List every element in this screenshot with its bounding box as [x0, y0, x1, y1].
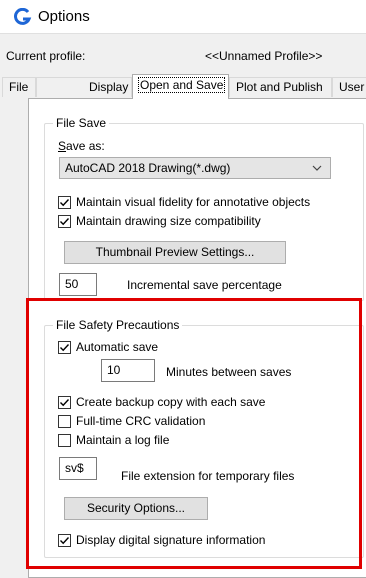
incremental-save-label: Incremental save percentage [127, 278, 282, 292]
temp-file-extension-label: File extension for temporary files [121, 469, 295, 483]
minutes-between-saves-label: Minutes between saves [166, 365, 292, 379]
save-as-dropdown[interactable]: AutoCAD 2018 Drawing(*.dwg) [59, 157, 331, 179]
current-profile-name: <<Unnamed Profile>> [205, 49, 323, 63]
file-safety-title: File Safety Precautions [53, 318, 183, 332]
checkbox-box[interactable] [58, 196, 71, 209]
log-file-checkbox[interactable]: Maintain a log file [58, 433, 358, 449]
save-as-label: Save as: [58, 139, 105, 153]
incremental-save-input[interactable]: 50 [59, 273, 97, 296]
checkmark-icon [60, 537, 70, 545]
thumbnail-preview-settings-button[interactable]: Thumbnail Preview Settings... [64, 241, 286, 264]
tab-file[interactable]: File [2, 77, 36, 97]
save-as-value: AutoCAD 2018 Drawing(*.dwg) [65, 161, 231, 175]
tab-plot-and-publish[interactable]: Plot and Publish [229, 77, 332, 97]
crc-validation-label: Full-time CRC validation [76, 414, 206, 428]
minutes-between-saves-input[interactable]: 10 [101, 359, 155, 382]
checkmark-icon [60, 199, 70, 207]
crc-validation-checkbox[interactable]: Full-time CRC validation [58, 414, 358, 430]
checkbox-box[interactable] [58, 534, 71, 547]
checkbox-box[interactable] [58, 341, 71, 354]
checkmark-icon [60, 344, 70, 352]
open-and-save-panel: File Save Save as: AutoCAD 2018 Drawing(… [28, 98, 366, 578]
checkbox-box[interactable] [58, 215, 71, 228]
chevron-down-icon [312, 165, 322, 171]
automatic-save-label: Automatic save [76, 340, 159, 354]
maintain-size-checkbox[interactable]: Maintain drawing size compatibility [58, 214, 358, 230]
automatic-save-checkbox[interactable]: Automatic save [58, 340, 258, 356]
maintain-fidelity-label: Maintain visual fidelity for annotative … [76, 195, 311, 209]
log-file-label: Maintain a log file [76, 433, 170, 447]
backup-copy-checkbox[interactable]: Create backup copy with each save [58, 395, 358, 411]
maintain-size-label: Maintain drawing size compatibility [76, 214, 261, 228]
tab-user-preferences[interactable]: User P [332, 77, 366, 97]
temp-file-extension-input[interactable]: sv$ [59, 457, 97, 480]
tab-display[interactable]: Display [36, 77, 132, 97]
file-save-title: File Save [53, 116, 110, 130]
title-bar: Options [0, 0, 366, 34]
checkmark-icon [60, 218, 70, 226]
current-profile-label: Current profile: [6, 49, 86, 63]
backup-copy-label: Create backup copy with each save [76, 395, 266, 409]
checkmark-icon [60, 399, 70, 407]
tab-strip: File Display Open and Save Plot and Publ… [0, 74, 366, 99]
window-title: Options [38, 8, 90, 25]
digital-signature-checkbox[interactable]: Display digital signature information [58, 533, 358, 549]
checkbox-box[interactable] [58, 434, 71, 447]
checkbox-box[interactable] [58, 415, 71, 428]
autocad-g-logo-icon [14, 8, 32, 25]
checkbox-box[interactable] [58, 396, 71, 409]
tab-open-and-save[interactable]: Open and Save [132, 74, 229, 99]
digital-signature-label: Display digital signature information [76, 533, 266, 547]
save-as-label-text: ave as: [66, 139, 105, 153]
maintain-fidelity-checkbox[interactable]: Maintain visual fidelity for annotative … [58, 195, 358, 211]
security-options-button[interactable]: Security Options... [64, 497, 208, 520]
